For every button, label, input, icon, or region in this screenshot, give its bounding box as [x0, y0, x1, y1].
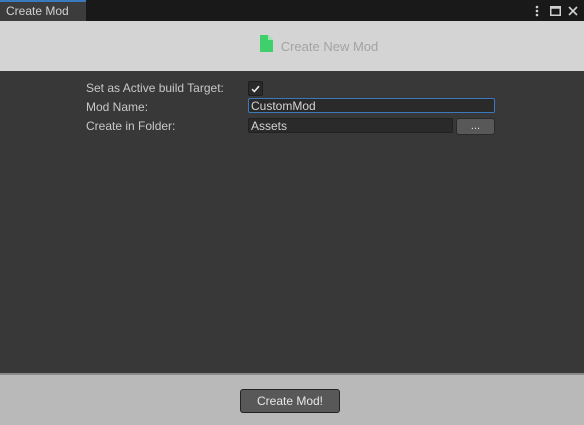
mod-name-input[interactable]: [248, 98, 495, 113]
tab-strip: Create Mod: [0, 0, 584, 21]
file-icon: [259, 35, 273, 57]
browse-folder-button[interactable]: ...: [456, 118, 495, 135]
page-title: Create New Mod: [280, 38, 379, 54]
footer-bar: Create Mod!: [0, 373, 584, 425]
tab-label: Create Mod: [6, 4, 69, 18]
create-mod-button[interactable]: Create Mod!: [240, 389, 340, 413]
create-mod-window: Create Mod Create New Mod Set as Active …: [0, 0, 584, 425]
folder-path-input[interactable]: [248, 118, 453, 133]
more-options-icon[interactable]: [530, 4, 544, 18]
mod-name-label: Mod Name:: [86, 100, 149, 114]
tab-create-mod[interactable]: Create Mod: [0, 0, 86, 21]
create-in-folder-label: Create in Folder:: [86, 119, 176, 133]
checkmark-icon: [251, 85, 260, 93]
header-content: Create New Mod: [259, 35, 379, 57]
header-banner: Create New Mod: [0, 21, 584, 71]
maximize-icon[interactable]: [548, 4, 562, 18]
close-icon[interactable]: [566, 4, 580, 18]
active-build-target-label: Set as Active build Target:: [86, 81, 224, 95]
window-controls: [530, 0, 580, 21]
active-build-target-checkbox[interactable]: [248, 81, 263, 96]
